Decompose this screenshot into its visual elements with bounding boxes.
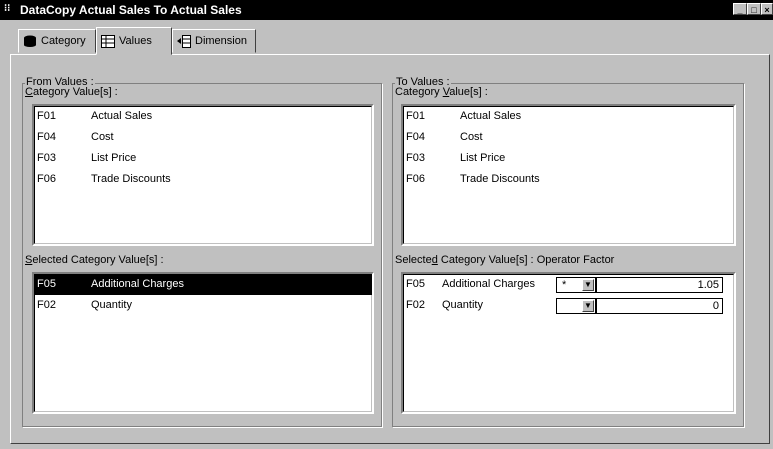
list-item[interactable]: F01 Actual Sales	[34, 106, 372, 127]
operator-select[interactable]: ▼	[556, 298, 596, 314]
to-selected-values-header: Selected Category Value[s] : Operator Fa…	[395, 254, 615, 266]
list-item-selected[interactable]: F05 Additional Charges	[34, 274, 372, 295]
window-menu-icon[interactable]: ⁝⁝	[4, 3, 10, 14]
from-selected-list[interactable]: F05 Additional Charges F02 Quantity	[32, 272, 374, 414]
list-item[interactable]: F03 List Price	[34, 148, 372, 169]
from-category-values-label: Category Value[s] :	[25, 86, 118, 98]
from-selected-values-label: Selected Category Value[s] :	[25, 254, 164, 266]
to-category-list[interactable]: F01 Actual Sales F04 Cost F03 List Price F0…	[401, 104, 736, 246]
to-selected-list[interactable]: F05 Additional Charges * ▼ 1.05 F02 Quan…	[401, 272, 736, 414]
factor-input[interactable]: 0	[596, 298, 723, 314]
to-category-values-label: Category Value[s] :	[395, 86, 488, 98]
list-item[interactable]: F05 Additional Charges * ▼ 1.05	[403, 274, 734, 295]
factor-input[interactable]: 1.05	[596, 277, 723, 293]
list-item[interactable]: F03 List Price	[403, 148, 734, 169]
list-item[interactable]: F04 Cost	[34, 127, 372, 148]
from-category-list[interactable]: F01 Actual Sales F04 Cost F03 List Price F0…	[32, 104, 374, 246]
list-item[interactable]: F06 Trade Discounts	[403, 169, 734, 190]
close-button[interactable]: ×	[761, 3, 773, 15]
list-item[interactable]: F06 Trade Discounts	[34, 169, 372, 190]
title-bar: ⁝⁝ DataCopy Actual Sales To Actual Sales…	[0, 0, 773, 20]
tab-dimension-label: Dimension	[195, 35, 247, 47]
values-panel: From Values : Category Value[s] : F01 Act…	[10, 54, 770, 444]
from-values-group: From Values : Category Value[s] : F01 Act…	[22, 76, 382, 427]
tab-category-label: Category	[41, 35, 86, 47]
maximize-button[interactable]: □	[747, 3, 761, 15]
list-item[interactable]: F02 Quantity	[34, 295, 372, 316]
minimize-button[interactable]: _	[733, 3, 747, 15]
table-icon	[101, 34, 115, 48]
factor-column-label: Factor	[583, 254, 615, 266]
operator-select[interactable]: * ▼	[556, 277, 596, 293]
list-item[interactable]: F04 Cost	[403, 127, 734, 148]
chevron-down-icon[interactable]: ▼	[582, 279, 594, 291]
list-item[interactable]: F01 Actual Sales	[403, 106, 734, 127]
tab-dimension[interactable]: Dimension	[172, 29, 256, 53]
to-values-group: To Values : Category Value[s] : F01 Actua…	[392, 76, 744, 427]
database-icon	[24, 35, 36, 47]
operator-column-label: Operator	[536, 254, 581, 266]
window-title: DataCopy Actual Sales To Actual Sales	[20, 3, 242, 17]
list-item[interactable]: F02 Quantity ▼ 0	[403, 295, 734, 316]
chevron-down-icon[interactable]: ▼	[582, 300, 594, 312]
tab-category[interactable]: Category	[18, 29, 96, 53]
tab-values-label: Values	[119, 35, 152, 47]
dimension-icon	[177, 34, 191, 48]
tab-values[interactable]: Values	[96, 27, 172, 55]
